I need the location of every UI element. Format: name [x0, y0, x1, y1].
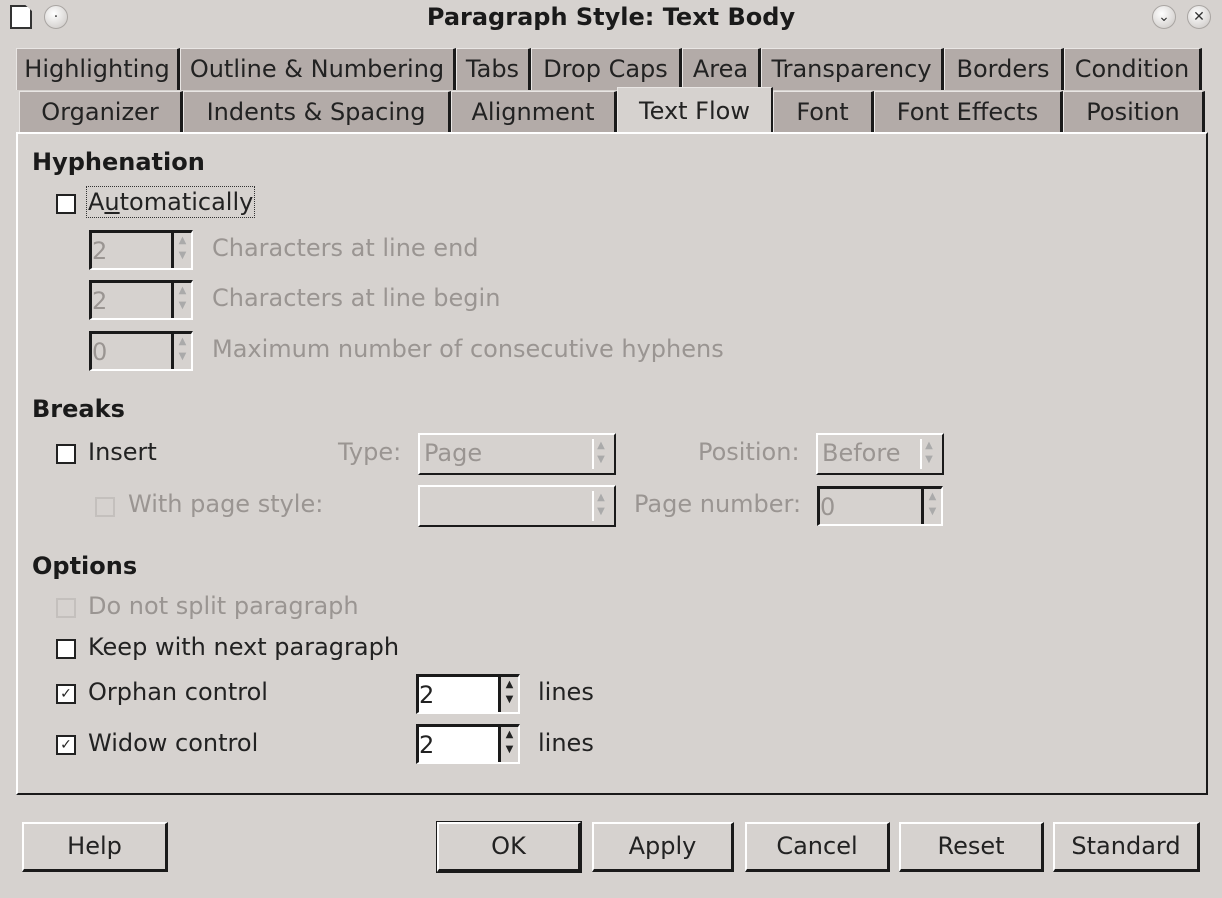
page-number-label: Page number: [634, 490, 802, 518]
spin-arrows-icon: ▲ ▼ [921, 489, 941, 524]
keep-with-next-label[interactable]: Keep with next paragraph [88, 633, 399, 661]
with-page-style-checkbox [95, 497, 115, 517]
chars-line-begin-spinner: 2 ▲ ▼ [89, 280, 193, 320]
spin-arrows-icon: ▲ ▼ [171, 233, 191, 268]
with-page-style-label: With page style: [128, 490, 324, 518]
widow-control-label[interactable]: Widow control [88, 729, 258, 757]
spin-arrows-icon: ▲ ▼ [171, 283, 191, 318]
tab-drop-caps[interactable]: Drop Caps [531, 48, 682, 90]
max-hyphens-value: 0 [92, 338, 108, 366]
tab-indents-spacing[interactable]: Indents & Spacing [183, 91, 451, 133]
position-label: Position: [698, 438, 800, 466]
tab-outline-numbering[interactable]: Outline & Numbering [180, 48, 456, 90]
orphan-control-label[interactable]: Orphan control [88, 678, 268, 706]
tab-row-2: Organizer Indents & Spacing Alignment Te… [19, 87, 1205, 135]
select-arrows-icon: ▲ ▼ [592, 439, 608, 469]
spin-arrows-icon: ▲ ▼ [171, 334, 191, 369]
minimize-button[interactable]: ⌄ [1152, 5, 1176, 29]
break-type-value: Page [424, 439, 483, 467]
widow-lines-spinner[interactable]: 2 ▲ ▼ [416, 724, 520, 764]
apply-button[interactable]: Apply [592, 822, 734, 872]
widow-control-checkbox[interactable]: ✓ [56, 735, 76, 755]
select-arrows-icon: ▲ ▼ [592, 491, 608, 521]
ok-button[interactable]: OK [437, 822, 581, 872]
help-button[interactable]: Help [22, 822, 168, 872]
insert-break-label[interactable]: Insert [88, 438, 157, 466]
automatically-checkbox[interactable] [56, 194, 76, 214]
select-arrows-icon: ▲ ▼ [920, 439, 936, 469]
do-not-split-checkbox [56, 598, 76, 618]
chars-line-begin-label: Characters at line begin [212, 284, 501, 312]
spin-arrows-icon[interactable]: ▲ ▼ [498, 677, 518, 712]
tab-position[interactable]: Position [1063, 91, 1205, 133]
cancel-button[interactable]: Cancel [745, 822, 890, 872]
break-type-select: Page ▲ ▼ [418, 433, 616, 475]
hyphenation-heading: Hyphenation [32, 148, 205, 176]
keep-with-next-checkbox[interactable] [56, 639, 76, 659]
tab-font-effects[interactable]: Font Effects [874, 91, 1063, 133]
close-button[interactable]: ✕ [1187, 5, 1211, 29]
orphan-lines-unit: lines [538, 678, 594, 706]
tab-organizer[interactable]: Organizer [19, 91, 183, 133]
type-label: Type: [338, 438, 402, 466]
tab-text-flow[interactable]: Text Flow [617, 87, 773, 133]
orphan-control-checkbox[interactable]: ✓ [56, 684, 76, 704]
break-position-value: Before [822, 439, 901, 467]
chars-line-end-value: 2 [92, 237, 108, 265]
automatically-label[interactable]: Automatically [85, 186, 256, 218]
page-style-select: ▲ ▼ [418, 485, 616, 527]
max-hyphens-spinner: 0 ▲ ▼ [89, 331, 193, 371]
tab-transparency[interactable]: Transparency [761, 48, 944, 90]
do-not-split-label: Do not split paragraph [88, 592, 359, 620]
title-bar: · Paragraph Style: Text Body ⌄ ✕ [0, 0, 1222, 36]
tab-tabs[interactable]: Tabs [456, 48, 531, 90]
page-number-spinner: 0 ▲ ▼ [817, 486, 943, 526]
page-number-value: 0 [820, 493, 836, 521]
chars-line-begin-value: 2 [92, 287, 108, 315]
insert-break-checkbox[interactable] [56, 444, 76, 464]
tab-row-1: Highlighting Outline & Numbering Tabs Dr… [16, 48, 1202, 92]
options-heading: Options [32, 552, 138, 580]
max-hyphens-label: Maximum number of consecutive hyphens [212, 335, 724, 363]
widow-lines-value[interactable]: 2 [419, 731, 434, 759]
widow-lines-unit: lines [538, 729, 594, 757]
break-position-select: Before ▲ ▼ [816, 433, 944, 475]
reset-button[interactable]: Reset [899, 822, 1044, 872]
tab-font[interactable]: Font [773, 91, 874, 133]
standard-button[interactable]: Standard [1053, 822, 1200, 872]
tab-alignment[interactable]: Alignment [451, 91, 617, 133]
orphan-lines-spinner[interactable]: 2 ▲ ▼ [416, 674, 520, 714]
tab-borders[interactable]: Borders [944, 48, 1064, 90]
tab-highlighting[interactable]: Highlighting [16, 48, 180, 90]
tab-area[interactable]: Area [682, 48, 761, 90]
window-title: Paragraph Style: Text Body [426, 3, 796, 31]
breaks-heading: Breaks [32, 395, 125, 423]
tab-condition[interactable]: Condition [1064, 48, 1202, 90]
spin-arrows-icon[interactable]: ▲ ▼ [498, 727, 518, 762]
chars-line-end-label: Characters at line end [212, 234, 479, 262]
orphan-lines-value[interactable]: 2 [419, 681, 434, 709]
chars-line-end-spinner: 2 ▲ ▼ [89, 230, 193, 270]
